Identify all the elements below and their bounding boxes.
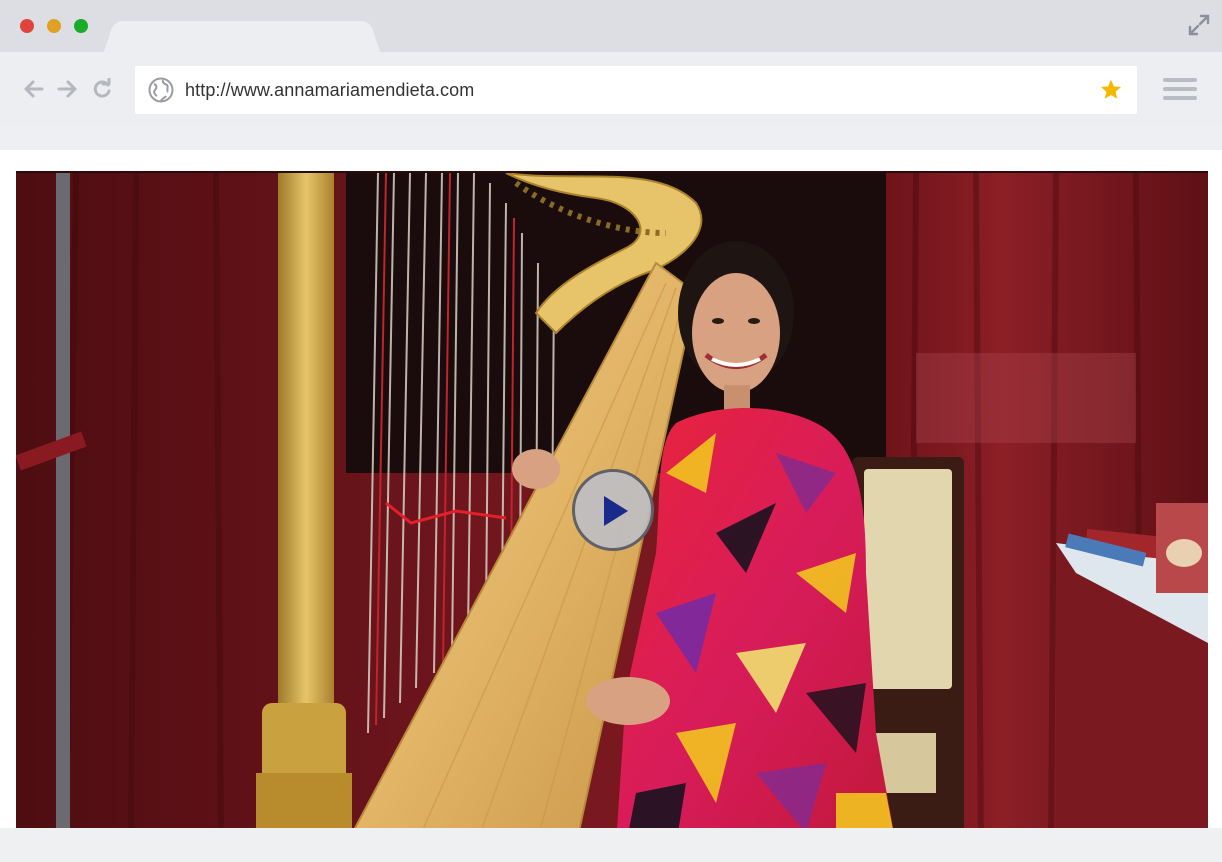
expand-icon[interactable]	[1188, 14, 1210, 36]
browser-bottom-edge	[0, 828, 1222, 862]
maximize-window-button[interactable]	[74, 19, 88, 33]
toolbar-bottom-strip	[0, 126, 1222, 150]
url-text[interactable]: http://www.annamariamendieta.com	[185, 80, 474, 101]
menu-bar-line	[1163, 87, 1197, 91]
play-button[interactable]	[572, 469, 654, 551]
page-content	[0, 150, 1222, 862]
minimize-window-button[interactable]	[47, 19, 61, 33]
browser-window: http://www.annamariamendieta.com	[0, 0, 1222, 862]
play-icon	[604, 496, 628, 526]
close-window-button[interactable]	[20, 19, 34, 33]
menu-bar-line	[1163, 96, 1197, 100]
reload-icon[interactable]	[91, 78, 113, 100]
menu-bar-line	[1163, 78, 1197, 82]
arrow-left-icon[interactable]	[23, 78, 45, 100]
address-bar[interactable]: http://www.annamariamendieta.com	[135, 66, 1137, 114]
browser-tab[interactable]	[104, 20, 380, 52]
arrow-right-icon[interactable]	[56, 78, 78, 100]
hamburger-menu-icon[interactable]	[1163, 78, 1197, 104]
browser-toolbar: http://www.annamariamendieta.com	[0, 52, 1222, 126]
star-icon[interactable]	[1099, 78, 1123, 102]
globe-icon	[148, 77, 174, 103]
title-bar	[0, 0, 1222, 52]
video-player[interactable]	[16, 171, 1208, 843]
